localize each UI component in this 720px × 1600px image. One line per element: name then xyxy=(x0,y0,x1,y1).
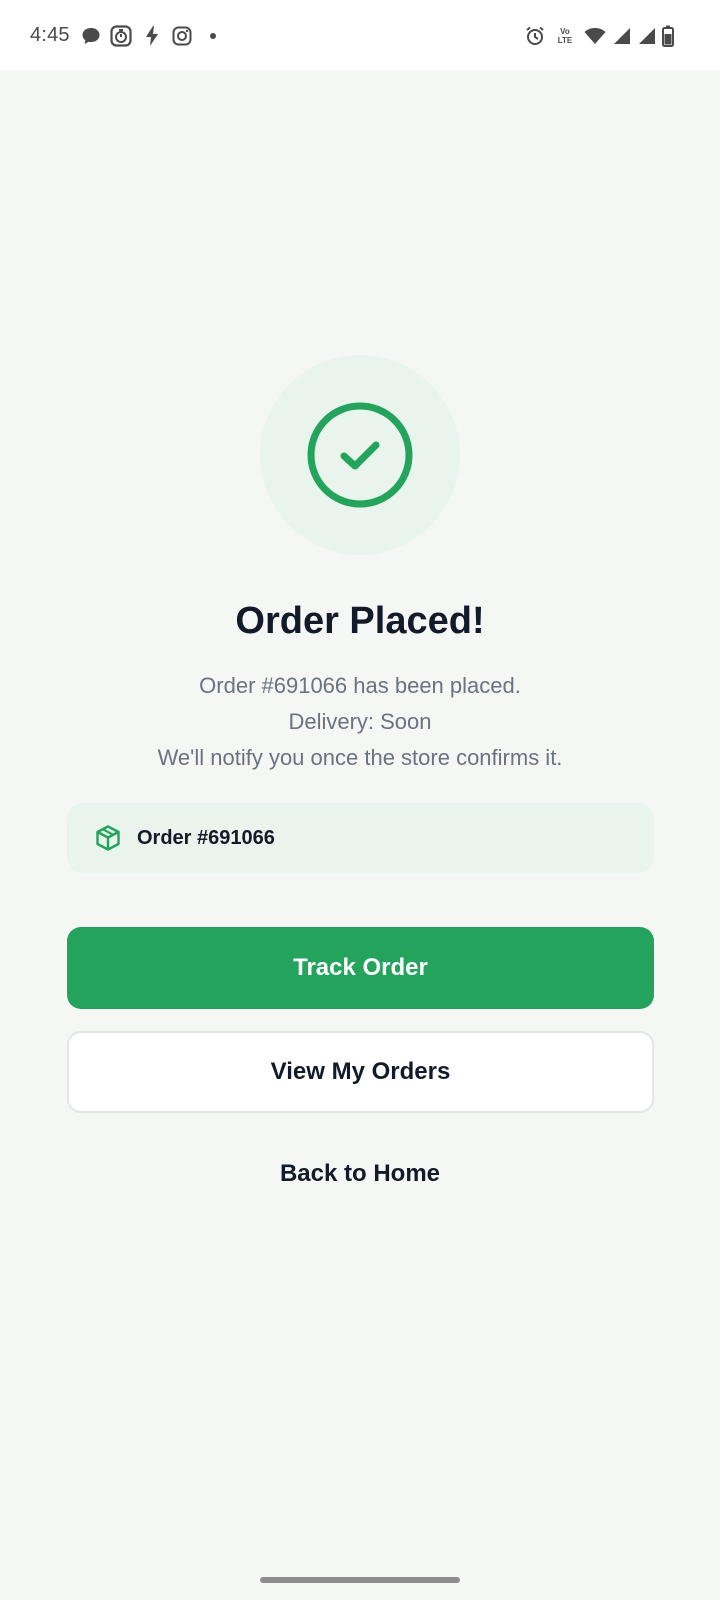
instagram-icon xyxy=(171,24,193,48)
check-circle-icon xyxy=(307,402,413,508)
back-to-home-link[interactable]: Back to Home xyxy=(0,1160,720,1188)
battery-icon xyxy=(661,24,675,48)
order-placed-line: Order #691066 has been placed. xyxy=(199,673,521,698)
wifi-icon xyxy=(583,24,607,48)
notify-line: We'll notify you once the store confirms… xyxy=(157,745,563,770)
volte-icon: Vo LTE xyxy=(552,24,578,48)
bolt-icon xyxy=(141,24,163,48)
signal-icon xyxy=(636,24,658,48)
page-title: Order Placed! xyxy=(235,600,485,642)
order-summary-card: Order #691066 xyxy=(67,803,654,873)
home-indicator[interactable] xyxy=(260,1577,460,1583)
signal-icon xyxy=(611,24,633,48)
chat-bubble-icon xyxy=(80,24,102,48)
status-time: 4:45 xyxy=(30,24,70,46)
confirmation-message: Order #691066 has been placed. Delivery:… xyxy=(0,668,720,776)
alarm-icon xyxy=(524,24,546,48)
track-order-button[interactable]: Track Order xyxy=(67,927,654,1009)
volte-text: Vo LTE xyxy=(557,27,573,45)
view-my-orders-button[interactable]: View My Orders xyxy=(67,1031,654,1113)
status-bar: 4:45 Vo LTE xyxy=(0,0,720,70)
dot-icon xyxy=(202,24,224,48)
timer-app-icon xyxy=(110,24,132,48)
delivery-line: Delivery: Soon xyxy=(288,709,432,734)
package-icon xyxy=(96,825,120,851)
order-number-label: Order #691066 xyxy=(137,827,275,849)
